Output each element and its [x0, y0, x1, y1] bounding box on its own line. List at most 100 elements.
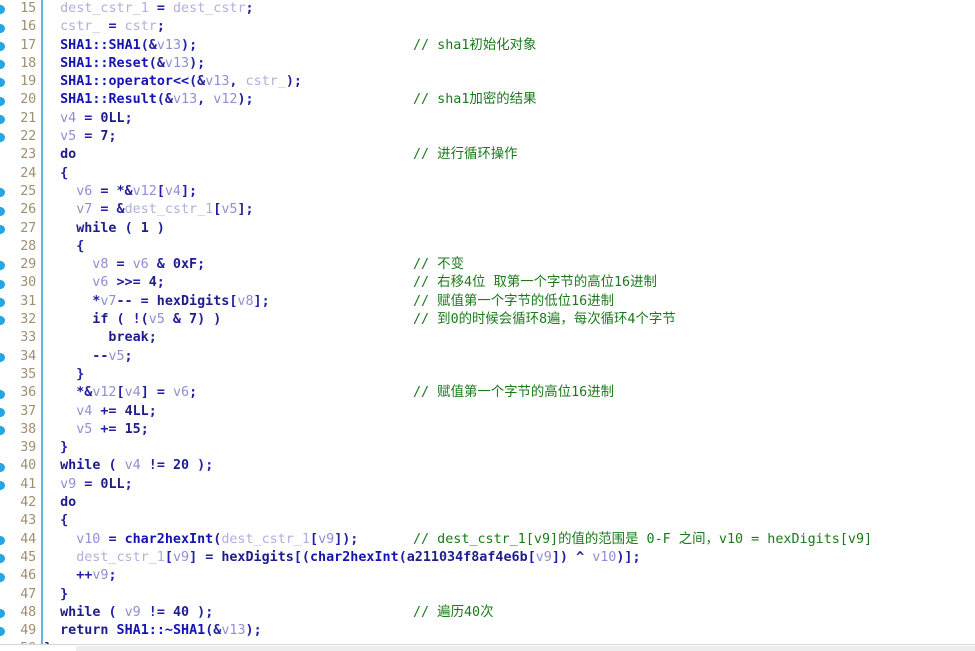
code-text[interactable]: v7 = &dest_cstr_1[v5];: [76, 201, 253, 219]
breakpoint-marker-icon[interactable]: [0, 41, 5, 51]
code-text[interactable]: {: [60, 165, 68, 183]
breakpoint-marker-icon[interactable]: [0, 133, 5, 143]
code-line[interactable]: 22 v5 = 7;: [0, 128, 975, 146]
code-line[interactable]: 37 v4 += 4LL;: [0, 403, 975, 421]
code-line[interactable]: 49 return SHA1::~SHA1(&v13);: [0, 622, 975, 640]
breakpoint-marker-icon[interactable]: [0, 5, 5, 15]
code-line[interactable]: 48 while ( v9 != 40 ); // 遍历40次: [0, 604, 975, 622]
breakpoint-marker-icon[interactable]: [0, 535, 5, 545]
code-text[interactable]: ++v9;: [76, 567, 116, 585]
code-line[interactable]: 18 SHA1::Reset(&v13);: [0, 55, 975, 73]
breakpoint-marker-icon[interactable]: [0, 23, 5, 33]
code-line[interactable]: 21 v4 = 0LL;: [0, 110, 975, 128]
code-text[interactable]: v8 = v6 & 0xF;: [92, 256, 205, 274]
code-line[interactable]: 35}: [0, 366, 975, 384]
code-line[interactable]: 28 {: [0, 238, 975, 256]
code-line[interactable]: 33 break;: [0, 329, 975, 347]
code-text[interactable]: v4 += 4LL;: [76, 403, 157, 421]
breakpoint-marker-icon[interactable]: [0, 609, 5, 619]
code-text[interactable]: SHA1::SHA1(&v13);: [60, 37, 197, 55]
code-line[interactable]: 41 v9 = 0LL;: [0, 476, 975, 494]
breakpoint-marker-icon[interactable]: [0, 572, 5, 582]
breakpoint-marker-icon[interactable]: [0, 389, 5, 399]
code-line[interactable]: 40 while ( v4 != 20 );: [0, 457, 975, 475]
breakpoint-marker-icon[interactable]: [0, 554, 5, 564]
code-text[interactable]: SHA1::operator<<(&v13, cstr_);: [60, 73, 302, 91]
code-text[interactable]: }: [60, 439, 68, 457]
code-line[interactable]: 32 if ( !(v5 & 7) ) // 到0的时候会循环8遍，每次循环4个字节: [0, 311, 975, 329]
breakpoint-marker-icon[interactable]: [0, 96, 5, 106]
breakpoint-marker-icon[interactable]: [0, 224, 5, 234]
code-text[interactable]: break;: [108, 329, 156, 347]
breakpoint-marker-icon[interactable]: [0, 352, 5, 362]
code-line[interactable]: 46 ++v9;: [0, 567, 975, 585]
code-line[interactable]: 23 do // 进行循环操作: [0, 146, 975, 164]
pseudocode-editor[interactable]: 15 dest_cstr_1 = dest_cstr; 16 cstr_ = cstr…: [0, 0, 975, 651]
code-line[interactable]: 44 v10 = char2hexInt(dest_cstr_1[v9]); // …: [0, 531, 975, 549]
code-text[interactable]: dest_cstr_1 = dest_cstr;: [60, 0, 254, 18]
code-line[interactable]: 34 --v5;: [0, 348, 975, 366]
breakpoint-marker-icon[interactable]: [0, 481, 5, 491]
breakpoint-marker-icon[interactable]: [0, 462, 5, 472]
scrollbar-thumb[interactable]: [76, 646, 975, 651]
code-line[interactable]: 45 dest_cstr_1[v9] = hexDigits[(char2hexI…: [0, 549, 975, 567]
code-line[interactable]: 25 v6 = *&v12[v4];: [0, 183, 975, 201]
code-text[interactable]: while ( v9 != 40 );: [60, 604, 213, 622]
breakpoint-marker-icon[interactable]: [0, 298, 5, 308]
breakpoint-marker-icon[interactable]: [0, 407, 5, 417]
code-text[interactable]: dest_cstr_1[v9] = hexDigits[(char2hexInt…: [76, 549, 640, 567]
code-line[interactable]: 19 SHA1::operator<<(&v13, cstr_);: [0, 73, 975, 91]
breakpoint-marker-icon[interactable]: [0, 627, 5, 637]
code-line[interactable]: 30 v6 >>= 4; // 右移4位 取第一个字节的高位16进制: [0, 274, 975, 292]
code-text[interactable]: while ( 1 ): [76, 220, 165, 238]
code-line[interactable]: 27 while ( 1 ): [0, 220, 975, 238]
code-text[interactable]: cstr_ = cstr;: [60, 18, 165, 36]
code-text[interactable]: if ( !(v5 & 7) ): [92, 311, 221, 329]
code-text[interactable]: v5 += 15;: [76, 421, 149, 439]
breakpoint-marker-icon[interactable]: [0, 60, 5, 70]
code-text[interactable]: while ( v4 != 20 );: [60, 457, 213, 475]
code-text[interactable]: }: [60, 586, 68, 604]
code-line[interactable]: 38 v5 += 15;: [0, 421, 975, 439]
code-text[interactable]: v6 = *&v12[v4];: [76, 183, 197, 201]
code-text[interactable]: v10 = char2hexInt(dest_cstr_1[v9]);: [76, 531, 358, 549]
code-line[interactable]: 42 do: [0, 494, 975, 512]
breakpoint-marker-icon[interactable]: [0, 279, 5, 289]
code-line[interactable]: 47}: [0, 586, 975, 604]
code-text[interactable]: do: [60, 494, 76, 512]
code-text[interactable]: v9 = 0LL;: [60, 476, 133, 494]
code-text[interactable]: SHA1::Result(&v13, v12);: [60, 91, 254, 109]
code-line[interactable]: 31 *v7-- = hexDigits[v8]; // 赋值第一个字节的低位16进…: [0, 293, 975, 311]
code-text[interactable]: *&v12[v4] = v6;: [76, 384, 197, 402]
code-text[interactable]: SHA1::Reset(&v13);: [60, 55, 205, 73]
code-text[interactable]: {: [76, 238, 84, 256]
code-line[interactable]: 16 cstr_ = cstr;: [0, 18, 975, 36]
code-line[interactable]: 36 *&v12[v4] = v6; // 赋值第一个字节的高位16进制: [0, 384, 975, 402]
code-text[interactable]: return SHA1::~SHA1(&v13);: [60, 622, 262, 640]
code-area[interactable]: 15 dest_cstr_1 = dest_cstr; 16 cstr_ = cstr…: [0, 0, 975, 645]
code-line[interactable]: 15 dest_cstr_1 = dest_cstr;: [0, 0, 975, 18]
code-line[interactable]: 43 {: [0, 512, 975, 530]
code-text[interactable]: *v7-- = hexDigits[v8];: [92, 293, 269, 311]
code-text[interactable]: {: [60, 512, 68, 530]
breakpoint-marker-icon[interactable]: [0, 206, 5, 216]
code-text[interactable]: v5 = 7;: [60, 128, 116, 146]
code-text[interactable]: }: [76, 366, 84, 384]
code-text[interactable]: do: [60, 146, 76, 164]
breakpoint-marker-icon[interactable]: [0, 261, 5, 271]
breakpoint-marker-icon[interactable]: [0, 78, 5, 88]
code-text[interactable]: v4 = 0LL;: [60, 110, 133, 128]
code-text[interactable]: v6 >>= 4;: [92, 274, 165, 292]
breakpoint-marker-icon[interactable]: [0, 316, 5, 326]
breakpoint-marker-icon[interactable]: [0, 426, 5, 436]
code-line[interactable]: 29 v8 = v6 & 0xF; // 不变: [0, 256, 975, 274]
code-line[interactable]: 20 SHA1::Result(&v13, v12); // sha1加密的结果: [0, 91, 975, 109]
code-line[interactable]: 17 SHA1::SHA1(&v13); // sha1初始化对象: [0, 37, 975, 55]
code-text[interactable]: --v5;: [92, 348, 132, 366]
code-line[interactable]: 24 {: [0, 165, 975, 183]
code-lines[interactable]: 15 dest_cstr_1 = dest_cstr; 16 cstr_ = cstr…: [0, 0, 975, 645]
code-line[interactable]: 39}: [0, 439, 975, 457]
breakpoint-marker-icon[interactable]: [0, 115, 5, 125]
code-line[interactable]: 26 v7 = &dest_cstr_1[v5];: [0, 201, 975, 219]
horizontal-scrollbar[interactable]: [0, 644, 975, 651]
